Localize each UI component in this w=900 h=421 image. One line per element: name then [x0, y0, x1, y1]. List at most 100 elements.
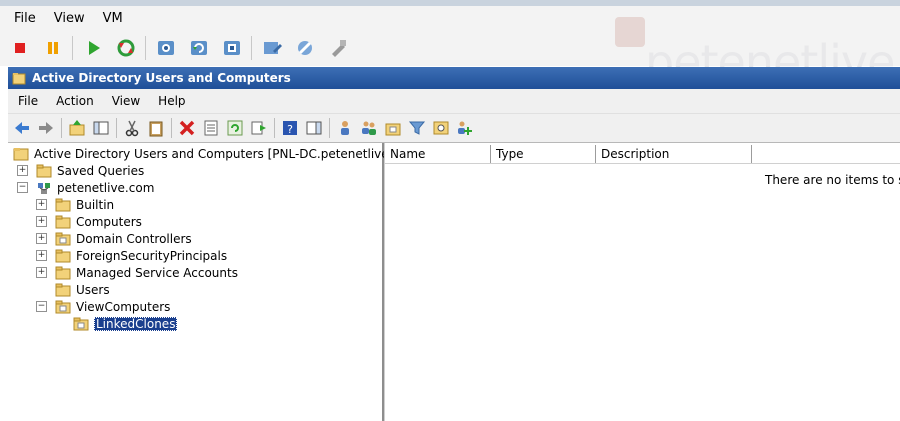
toolbar-separator [251, 36, 252, 60]
stop-icon [15, 43, 25, 53]
properties-button[interactable] [201, 118, 221, 138]
add-to-group-icon [458, 121, 472, 135]
menu-help[interactable]: Help [158, 94, 185, 108]
tree-item-domain[interactable]: − petenetlive.com [17, 179, 154, 196]
tree-item-label-selected: LinkedClones [94, 316, 178, 331]
menu-file[interactable]: File [18, 94, 38, 108]
tree-item-label: Builtin [76, 197, 115, 212]
show-hide-console-tree-button[interactable] [91, 118, 111, 138]
find-button[interactable] [431, 118, 451, 138]
menu-action[interactable]: Action [56, 94, 94, 108]
settings-button[interactable] [259, 35, 285, 61]
tree-root[interactable]: Active Directory Users and Computers [PN… [13, 145, 423, 162]
column-header-row: Name Type Description [385, 145, 900, 164]
new-group-button[interactable] [359, 118, 379, 138]
forward-button[interactable] [36, 118, 56, 138]
filter-funnel-icon [408, 121, 426, 135]
delete-button[interactable] [177, 118, 197, 138]
pause-button[interactable] [40, 35, 66, 61]
settings-icon [264, 42, 282, 54]
expand-toggle[interactable]: + [17, 165, 28, 176]
tree-item-foreign-security-principals[interactable]: + ForeignSecurityPrincipals [36, 247, 227, 264]
help-button[interactable]: ? [280, 118, 300, 138]
column-header-blank [752, 145, 900, 163]
tree-item-label: petenetlive.com [57, 180, 155, 195]
tools-button[interactable] [292, 35, 318, 61]
tree-item-builtin[interactable]: + Builtin [36, 196, 114, 213]
ad-users-computers-icon [13, 147, 29, 160]
tree-item-users[interactable]: Users [36, 281, 110, 298]
back-button[interactable] [12, 118, 32, 138]
tree-item-managed-service-accounts[interactable]: + Managed Service Accounts [36, 264, 238, 281]
toolbar-separator [116, 118, 117, 138]
add-to-group-button[interactable] [455, 118, 475, 138]
refresh-icon [227, 120, 243, 136]
details-pane[interactable]: Name Type Description There are no items… [384, 143, 900, 421]
cut-button[interactable] [122, 118, 142, 138]
folder-icon [55, 198, 71, 211]
toolbar-separator [329, 118, 330, 138]
expand-toggle[interactable]: + [36, 216, 47, 227]
action-pane-icon [306, 121, 322, 135]
user-icon [341, 121, 349, 135]
refresh-button[interactable] [225, 118, 245, 138]
window-title-bar[interactable]: Active Directory Users and Computers [8, 67, 900, 89]
tree-item-computers[interactable]: + Computers [36, 213, 142, 230]
svg-text:?: ? [287, 123, 293, 136]
host-menu-bar: File View VM [0, 6, 900, 30]
expand-toggle[interactable]: + [36, 233, 47, 244]
paste-button[interactable] [146, 118, 166, 138]
host-menu-file[interactable]: File [14, 11, 36, 26]
folder-icon [55, 283, 71, 296]
back-arrow-icon [15, 122, 29, 134]
tree-item-linked-clones[interactable]: LinkedClones [73, 315, 178, 332]
revert-snapshot-button[interactable] [186, 35, 212, 61]
export-list-button[interactable] [249, 118, 269, 138]
find-icon [433, 121, 449, 135]
manage-snapshots-button[interactable] [219, 35, 245, 61]
tree-item-view-computers[interactable]: − ViewComputers [36, 298, 170, 315]
stop-button[interactable] [7, 35, 33, 61]
play-button[interactable] [80, 35, 106, 61]
collapse-toggle[interactable]: − [17, 182, 28, 193]
console-tree-pane[interactable]: Active Directory Users and Computers [PN… [8, 143, 423, 421]
folder-icon [55, 215, 71, 228]
ou-folder-icon [73, 317, 89, 330]
tree-item-domain-controllers[interactable]: + Domain Controllers [36, 230, 192, 247]
folder-icon [12, 73, 26, 85]
new-ou-button[interactable] [383, 118, 403, 138]
expand-toggle[interactable]: + [36, 250, 47, 261]
delete-x-icon [179, 120, 195, 136]
pause-icon [48, 42, 58, 54]
show-hide-action-pane-button[interactable] [304, 118, 324, 138]
empty-list-message: There are no items to show [765, 173, 900, 187]
host-menu-view[interactable]: View [54, 11, 85, 26]
collapse-toggle[interactable]: − [36, 301, 47, 312]
reset-button[interactable] [113, 35, 139, 61]
column-header-name[interactable]: Name [385, 145, 491, 163]
clipboard-icon [149, 121, 163, 137]
menu-view[interactable]: View [112, 94, 140, 108]
new-user-button[interactable] [335, 118, 355, 138]
column-header-description[interactable]: Description [596, 145, 752, 163]
forward-arrow-icon [39, 122, 53, 134]
toolbar-separator [145, 36, 146, 60]
remove-button[interactable] [325, 35, 351, 61]
toolbar-separator [274, 118, 275, 138]
tree-root-label: Active Directory Users and Computers [PN… [34, 146, 423, 161]
expand-toggle[interactable]: + [36, 267, 47, 278]
filter-button[interactable] [407, 118, 427, 138]
tree-item-label: Saved Queries [57, 163, 145, 178]
group-icon [362, 121, 376, 135]
folder-icon [55, 266, 71, 279]
ou-folder-icon [385, 123, 401, 136]
host-menu-vm[interactable]: VM [103, 11, 123, 26]
snapshot-button[interactable] [153, 35, 179, 61]
column-header-type[interactable]: Type [491, 145, 596, 163]
up-one-level-button[interactable] [67, 118, 87, 138]
expand-toggle[interactable]: + [36, 199, 47, 210]
properties-icon [204, 120, 218, 136]
tree-item-label: ForeignSecurityPrincipals [76, 248, 228, 263]
toolbar-separator [61, 118, 62, 138]
tree-item-saved-queries[interactable]: + Saved Queries [17, 162, 144, 179]
